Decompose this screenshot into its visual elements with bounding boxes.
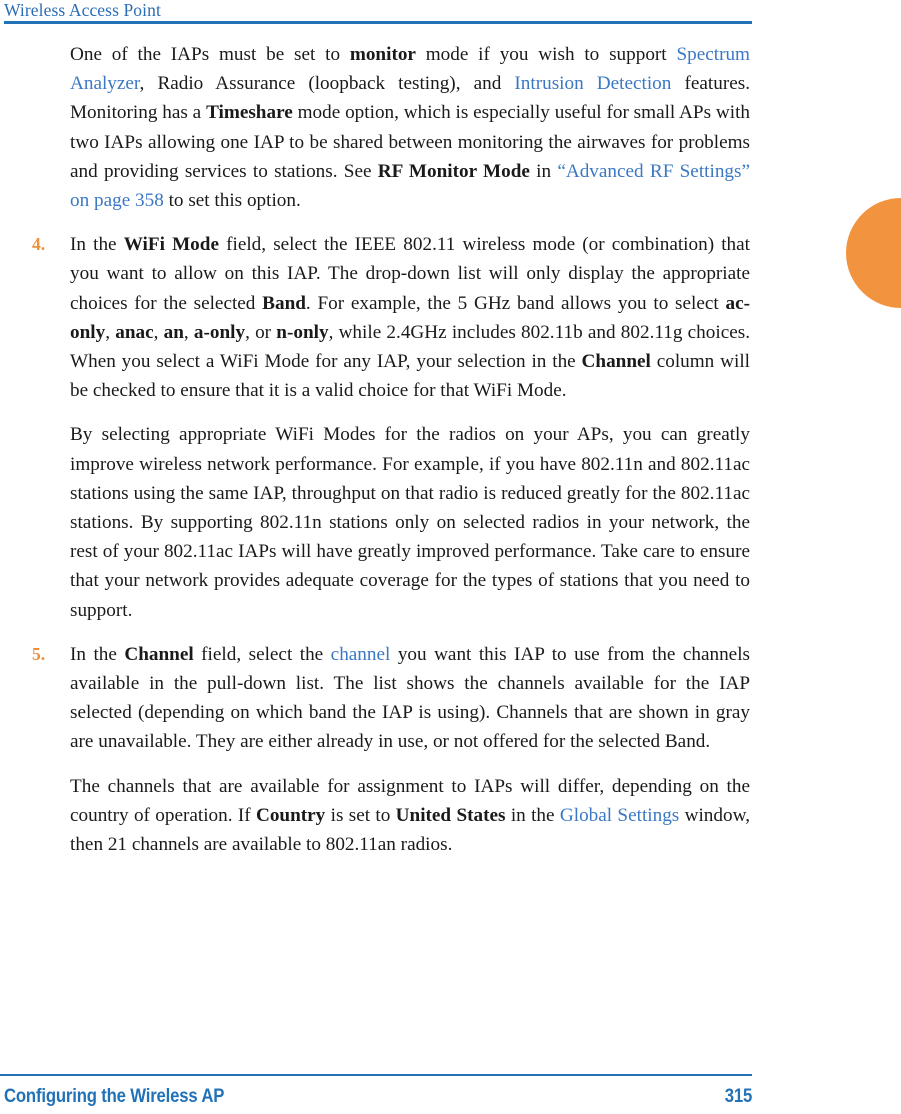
bold-term-wifi-mode: WiFi Mode: [123, 234, 219, 256]
text-segment: is set to: [325, 804, 396, 826]
link-intrusion-detection[interactable]: Intrusion Detection: [514, 73, 671, 94]
text-segment: to set this option.: [163, 190, 301, 212]
text-segment: field, select the: [193, 643, 331, 665]
bold-term-n-only: n-only: [276, 321, 329, 343]
text-segment: ,: [153, 321, 164, 343]
page-content: One of the IAPs must be set to monitor m…: [0, 40, 901, 874]
bold-term-channel-column: Channel: [581, 351, 651, 373]
list-number-4: 4.: [32, 234, 46, 255]
list-item-step-4: 4. In the WiFi Mode field, select the IE…: [0, 230, 901, 405]
bold-term-a-only: a-only: [193, 321, 246, 343]
bold-term-rf-monitor-mode: RF Monitor Mode: [377, 160, 530, 182]
page-header: Wireless Access Point: [4, 0, 752, 24]
text-segment: . For example, the 5 GHz band allows you…: [305, 292, 726, 314]
wifi-modes-paragraph-block: By selecting appropriate WiFi Modes for …: [0, 420, 901, 624]
text-segment: In the: [70, 234, 124, 256]
text-segment: ,: [105, 321, 116, 343]
bold-term-united-states: United States: [395, 804, 506, 826]
link-channel[interactable]: channel: [331, 644, 391, 665]
country-paragraph-block: The channels that are available for assi…: [0, 772, 901, 860]
link-global-settings[interactable]: Global Settings: [560, 805, 679, 826]
text-segment: One of the IAPs must be set to: [70, 44, 350, 65]
bold-term-country: Country: [255, 804, 326, 826]
text-segment: , Radio Assurance (loopback testing), an…: [139, 73, 515, 95]
text-segment: , or: [245, 321, 277, 343]
footer-page-number: 315: [724, 1086, 753, 1107]
intro-paragraph-block: One of the IAPs must be set to monitor m…: [0, 40, 901, 215]
wifi-modes-paragraph: By selecting appropriate WiFi Modes for …: [70, 424, 750, 621]
bold-term-an: an: [163, 321, 184, 343]
intro-paragraph: One of the IAPs must be set to monitor m…: [70, 40, 750, 215]
text-segment: in the: [505, 804, 560, 826]
footer-section-title: Configuring the Wireless AP: [4, 1086, 225, 1107]
bold-term-band: Band: [262, 292, 306, 314]
country-paragraph: The channels that are available for assi…: [70, 772, 750, 860]
page-footer: Configuring the Wireless AP 315: [4, 1086, 752, 1108]
header-divider: [4, 21, 752, 24]
bold-term-channel: Channel: [124, 643, 194, 665]
text-segment: mode if you wish to support: [415, 44, 677, 65]
footer-divider: [0, 1074, 752, 1076]
text-segment: In the: [70, 643, 125, 665]
text-segment: ,: [183, 321, 194, 343]
page-title: Wireless Access Point: [4, 0, 161, 20]
list-item-step-5: 5. In the Channel field, select the chan…: [0, 640, 901, 757]
text-segment: in: [529, 160, 558, 182]
list-body-step-5: In the Channel field, select the channel…: [70, 640, 750, 757]
bold-term-monitor: monitor: [349, 44, 416, 65]
bold-term-anac: anac: [115, 321, 154, 343]
list-body-step-4: In the WiFi Mode field, select the IEEE …: [70, 230, 750, 405]
bold-term-timeshare: Timeshare: [206, 102, 293, 124]
list-number-5: 5.: [32, 643, 46, 664]
